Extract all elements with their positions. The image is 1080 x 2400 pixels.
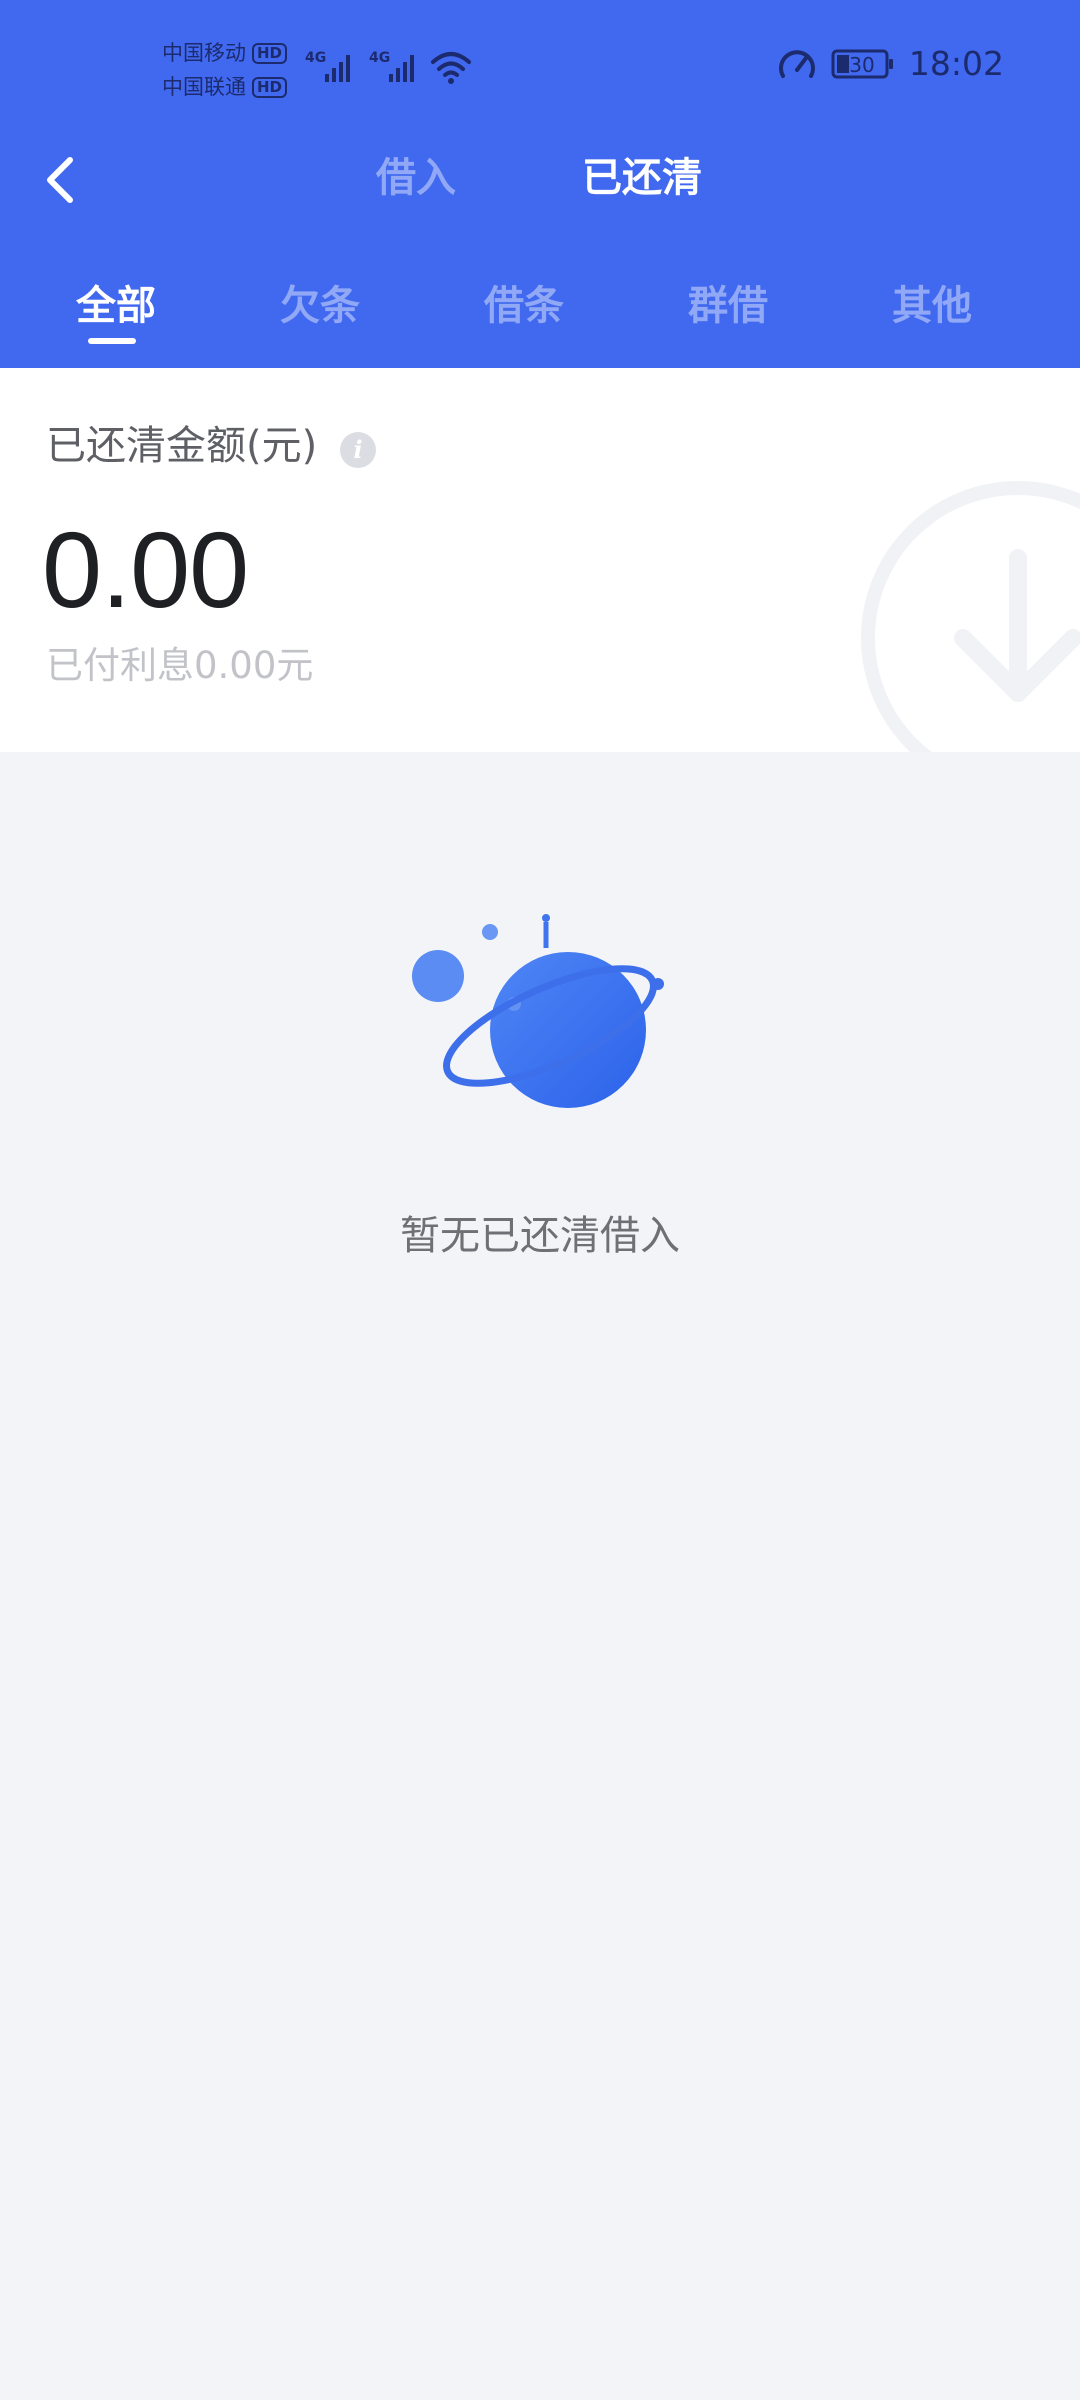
hd-badge: HD: [252, 42, 288, 64]
planet-illustration-icon: [412, 914, 664, 1108]
chevron-left-icon: [47, 157, 73, 203]
category-tab-group-loan[interactable]: 群借: [668, 278, 788, 334]
signal-wifi-icon: 4G 4G: [305, 50, 471, 84]
nav-tab-borrow[interactable]: 借入: [376, 150, 456, 206]
status-bar: 中国移动 HD 中国联通 HD 4G 4G 30 18:02: [0, 0, 1080, 130]
status-right: 30 18:02: [777, 44, 1004, 84]
category-tab-iou[interactable]: 欠条: [260, 278, 380, 334]
speedometer-icon: [777, 46, 817, 82]
header: 中国移动 HD 中国联通 HD 4G 4G 30 18:02 借入 已还清 全部…: [0, 0, 1080, 368]
nav-tab-repaid[interactable]: 已还清: [582, 150, 702, 206]
arrow-down-circle-icon: [861, 481, 1080, 752]
repaid-amount-value: 0.00: [42, 509, 249, 630]
carrier-1: 中国移动: [162, 41, 246, 65]
category-tab-other[interactable]: 其他: [872, 278, 992, 334]
network-1-label: 4G: [305, 50, 326, 66]
active-tab-indicator: [88, 338, 136, 344]
carrier-2: 中国联通: [162, 75, 246, 99]
repaid-amount-label: 已还清金额(元): [46, 423, 318, 469]
info-icon[interactable]: i: [340, 432, 376, 468]
empty-state-message: 暂无已还清借入: [400, 1213, 680, 1259]
paid-interest-text: 已付利息0.00元: [46, 644, 314, 687]
hd-badge: HD: [252, 76, 288, 98]
battery-icon: 30: [831, 48, 895, 80]
summary-card: 已还清金额(元) i 0.00 已付利息0.00元: [0, 368, 1080, 752]
category-tab-loan-note[interactable]: 借条: [464, 278, 584, 334]
category-tab-all[interactable]: 全部: [56, 278, 176, 334]
back-button[interactable]: [38, 152, 88, 208]
clock: 18:02: [908, 44, 1004, 83]
nav-bar: 借入 已还清: [0, 130, 1080, 230]
category-tabs: 全部 欠条 借条 群借 其他: [0, 268, 1080, 364]
network-2-label: 4G: [369, 50, 390, 66]
carrier-info: 中国移动 HD 中国联通 HD: [162, 36, 288, 104]
battery-level: 30: [849, 53, 874, 77]
